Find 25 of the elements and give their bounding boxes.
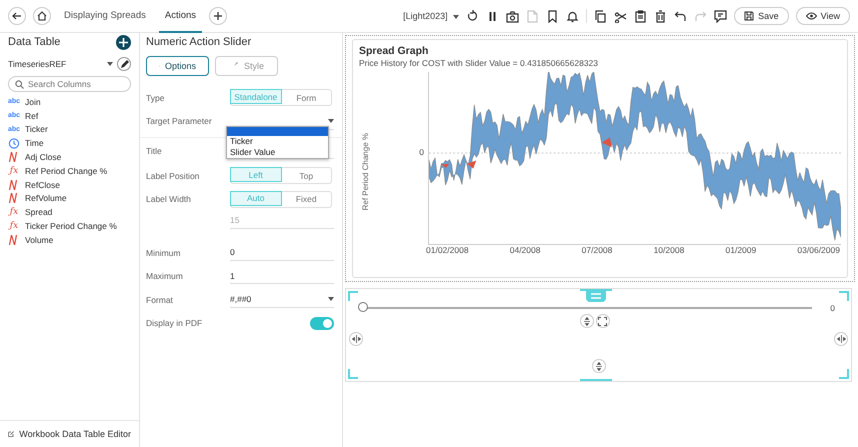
tick-label: 03/06/2009	[797, 245, 840, 255]
panel-title: Data Table	[8, 36, 60, 48]
field-label: Minimum	[146, 248, 182, 258]
tick-label: 04/2008	[510, 245, 540, 255]
tick-label: 01/2009	[726, 245, 756, 255]
formula-icon: ƒx	[8, 166, 20, 176]
field-label: Type	[146, 92, 166, 103]
formula-icon: ƒx	[8, 207, 20, 218]
field-label: Maximum	[146, 271, 184, 282]
tick-label: 0	[419, 147, 424, 157]
field-label: Title	[146, 146, 163, 156]
field-label: Target Parameter	[146, 116, 213, 126]
formula-icon: ƒx	[8, 221, 20, 232]
axis-label: Ref Period Change %	[360, 133, 370, 211]
tick-label: 10/2008	[654, 245, 684, 255]
slider-value: 0	[830, 302, 835, 312]
tick-label: 07/2008	[582, 245, 612, 255]
field-label: Label Position	[146, 170, 200, 181]
field-label: Display in PDF	[146, 318, 204, 328]
tick-label: 01/02/2008	[426, 245, 469, 255]
chart-subtitle: Price History for COST with Slider Value = 0.431850665628323	[359, 58, 600, 68]
field-label: Format	[146, 294, 174, 305]
panel-title: Numeric Action Slider	[146, 35, 252, 50]
chart-title: Spread Graph	[359, 45, 430, 57]
field-label: Label Width	[146, 194, 192, 204]
